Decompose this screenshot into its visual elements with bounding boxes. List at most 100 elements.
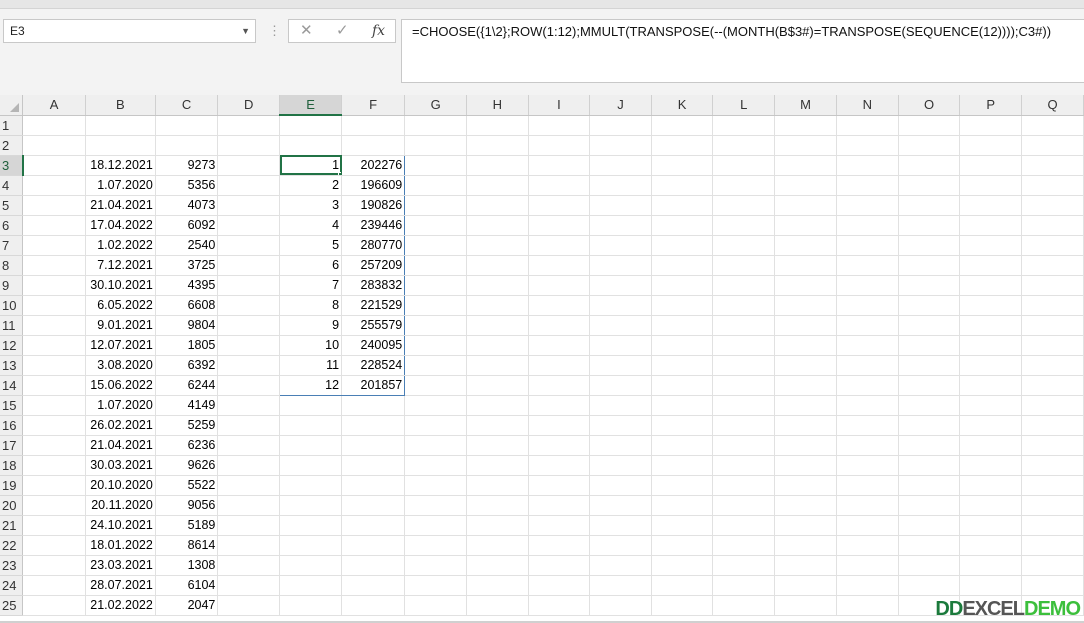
cell-n5[interactable] <box>836 195 899 216</box>
column-header-o[interactable]: O <box>898 95 961 116</box>
column-header-k[interactable]: K <box>651 95 714 116</box>
cell-p13[interactable] <box>959 355 1023 376</box>
cell-k13[interactable] <box>651 355 714 376</box>
cell-d4[interactable] <box>217 175 281 196</box>
cell-f6[interactable]: 239446 <box>341 215 406 236</box>
cell-n4[interactable] <box>836 175 899 196</box>
cell-g24[interactable] <box>404 575 468 596</box>
cell-l12[interactable] <box>712 335 776 356</box>
cell-g22[interactable] <box>404 535 468 556</box>
cell-b22[interactable]: 18.01.2022 <box>85 535 156 556</box>
cell-e24[interactable] <box>279 575 343 596</box>
cell-g15[interactable] <box>404 395 468 416</box>
cell-l7[interactable] <box>712 235 776 256</box>
cell-j16[interactable] <box>589 415 652 436</box>
cell-d14[interactable] <box>217 375 281 396</box>
cell-d20[interactable] <box>217 495 281 516</box>
cell-j7[interactable] <box>589 235 652 256</box>
cell-i3[interactable] <box>528 155 591 176</box>
cell-f9[interactable]: 283832 <box>341 275 406 296</box>
cell-n25[interactable] <box>836 595 899 616</box>
cell-d18[interactable] <box>217 455 281 476</box>
row-header[interactable]: 11 <box>0 315 24 336</box>
cell-q16[interactable] <box>1021 415 1084 436</box>
cell-l6[interactable] <box>712 215 776 236</box>
cell-l16[interactable] <box>712 415 776 436</box>
cell-h7[interactable] <box>466 235 529 256</box>
cell-j8[interactable] <box>589 255 652 276</box>
cell-e5[interactable]: 3 <box>279 195 343 216</box>
cell-n23[interactable] <box>836 555 899 576</box>
cell-g6[interactable] <box>404 215 468 236</box>
cell-a21[interactable] <box>22 515 86 536</box>
cell-f3[interactable]: 202276 <box>341 154 406 176</box>
cell-i14[interactable] <box>528 375 591 396</box>
cell-o6[interactable] <box>898 215 961 236</box>
cell-k8[interactable] <box>651 255 714 276</box>
cell-h23[interactable] <box>466 555 529 576</box>
row-header[interactable]: 23 <box>0 555 24 576</box>
cell-i11[interactable] <box>528 315 591 336</box>
cell-l9[interactable] <box>712 275 776 296</box>
cell-m10[interactable] <box>774 295 837 316</box>
row-header[interactable]: 19 <box>0 475 24 496</box>
cell-k15[interactable] <box>651 395 714 416</box>
cell-c15[interactable]: 4149 <box>155 395 219 416</box>
cell-q9[interactable] <box>1021 275 1084 296</box>
cell-n11[interactable] <box>836 315 899 336</box>
cell-n12[interactable] <box>836 335 899 356</box>
cell-e1[interactable] <box>279 115 343 136</box>
cell-m24[interactable] <box>774 575 837 596</box>
cell-b20[interactable]: 20.11.2020 <box>85 495 156 516</box>
cell-o16[interactable] <box>898 415 961 436</box>
cell-a10[interactable] <box>22 295 86 316</box>
cell-n1[interactable] <box>836 115 899 136</box>
row-header[interactable]: 13 <box>0 355 24 376</box>
cell-d25[interactable] <box>217 595 281 616</box>
row-header[interactable]: 17 <box>0 435 24 456</box>
cell-n3[interactable] <box>836 155 899 176</box>
cell-d16[interactable] <box>217 415 281 436</box>
cell-k16[interactable] <box>651 415 714 436</box>
cell-n19[interactable] <box>836 475 899 496</box>
row-header[interactable]: 20 <box>0 495 24 516</box>
cell-q6[interactable] <box>1021 215 1084 236</box>
cell-a7[interactable] <box>22 235 86 256</box>
cell-e13[interactable]: 11 <box>279 355 343 376</box>
cell-d8[interactable] <box>217 255 281 276</box>
cell-f14[interactable]: 201857 <box>341 375 406 396</box>
cell-g12[interactable] <box>404 335 468 356</box>
cell-a11[interactable] <box>22 315 86 336</box>
cell-o17[interactable] <box>898 435 961 456</box>
cell-q22[interactable] <box>1021 535 1084 556</box>
cell-c2[interactable] <box>155 135 219 156</box>
cell-p6[interactable] <box>959 215 1023 236</box>
row-header[interactable]: 8 <box>0 255 24 276</box>
insert-function-icon[interactable]: fx <box>372 22 385 40</box>
cell-h15[interactable] <box>466 395 529 416</box>
cell-g1[interactable] <box>404 115 468 136</box>
cell-i19[interactable] <box>528 475 591 496</box>
cell-i8[interactable] <box>528 255 591 276</box>
cell-o20[interactable] <box>898 495 961 516</box>
cell-j18[interactable] <box>589 455 652 476</box>
cell-g4[interactable] <box>404 175 468 196</box>
cell-n22[interactable] <box>836 535 899 556</box>
cell-e4[interactable]: 2 <box>279 175 343 196</box>
cell-e10[interactable]: 8 <box>279 295 343 316</box>
cell-f18[interactable] <box>341 455 406 476</box>
cell-h2[interactable] <box>466 135 529 156</box>
cell-n17[interactable] <box>836 435 899 456</box>
cell-p24[interactable] <box>959 575 1023 596</box>
cell-m18[interactable] <box>774 455 837 476</box>
cell-h22[interactable] <box>466 535 529 556</box>
cell-e9[interactable]: 7 <box>279 275 343 296</box>
cell-c13[interactable]: 6392 <box>155 355 219 376</box>
cell-q4[interactable] <box>1021 175 1084 196</box>
cell-m7[interactable] <box>774 235 837 256</box>
cell-l14[interactable] <box>712 375 776 396</box>
cell-o24[interactable] <box>898 575 961 596</box>
cell-m3[interactable] <box>774 155 837 176</box>
cell-b9[interactable]: 30.10.2021 <box>85 275 156 296</box>
row-header[interactable]: 22 <box>0 535 24 556</box>
